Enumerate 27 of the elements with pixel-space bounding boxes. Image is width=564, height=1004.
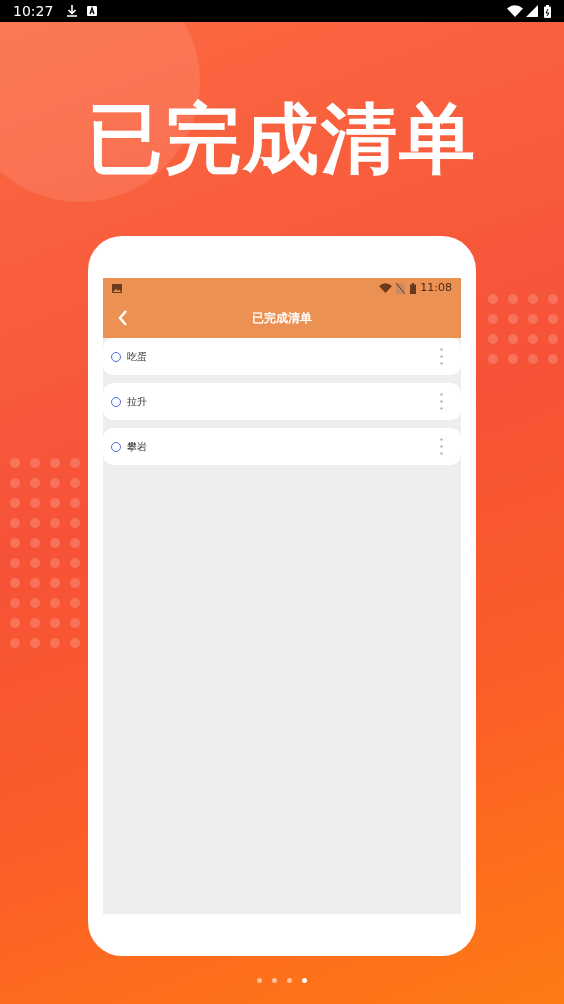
task-card[interactable]: 攀岩 xyxy=(103,428,461,465)
app-title: 已完成清单 xyxy=(252,310,312,327)
task-card[interactable]: 拉升 xyxy=(103,383,461,420)
font-icon xyxy=(87,6,98,16)
task-checkbox[interactable] xyxy=(111,396,121,407)
headline: 已完成清单 xyxy=(87,94,477,184)
wifi-icon xyxy=(379,283,393,293)
status-time: 10:27 xyxy=(13,1,54,21)
task-card[interactable]: 吃蛋 xyxy=(103,338,461,375)
wifi-icon xyxy=(507,5,523,17)
task-checkbox[interactable] xyxy=(111,441,121,452)
battery-icon xyxy=(544,4,551,18)
no-sim-icon xyxy=(396,282,406,294)
signal-icon xyxy=(526,5,538,17)
more-icon[interactable] xyxy=(440,348,443,365)
app-status-time: 11:08 xyxy=(420,279,452,296)
task-name: 攀岩 xyxy=(127,440,147,454)
dot-pattern-drawing xyxy=(488,294,558,364)
image-icon xyxy=(112,283,122,293)
back-icon xyxy=(118,310,128,326)
download-icon xyxy=(67,5,78,17)
task-name: 吃蛋 xyxy=(127,350,147,364)
task-checkbox[interactable] xyxy=(111,351,121,362)
more-icon[interactable] xyxy=(440,438,443,455)
task-name: 拉升 xyxy=(127,395,147,409)
more-icon[interactable] xyxy=(440,393,443,410)
battery-icon xyxy=(410,282,417,294)
